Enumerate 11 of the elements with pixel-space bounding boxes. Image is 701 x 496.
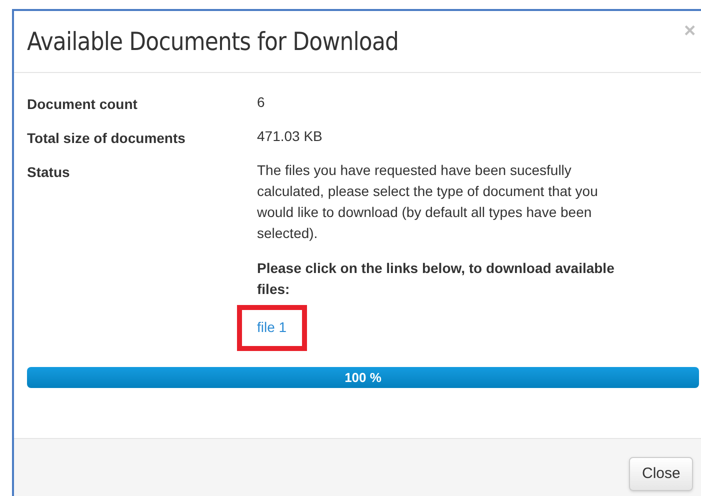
- close-button[interactable]: Close: [629, 457, 694, 491]
- detail-label: Total size of documents: [27, 129, 186, 148]
- detail-value: The files you have requested have been sucesfully calculated, please select the type of document that you would like to download (by default all types have been selected).: [257, 161, 599, 243]
- file-link[interactable]: file 1: [257, 319, 287, 335]
- detail-value: 471.03 KB: [257, 127, 324, 146]
- detail-label: Document count: [27, 95, 138, 114]
- dialog-title: Available Documents for Download: [27, 26, 399, 58]
- progress-label: 100 %: [344, 368, 382, 387]
- detail-value: 6: [257, 93, 266, 112]
- detail-label: Status: [27, 163, 71, 182]
- instruction-text: Please click on the links below, to download available files:: [257, 259, 616, 299]
